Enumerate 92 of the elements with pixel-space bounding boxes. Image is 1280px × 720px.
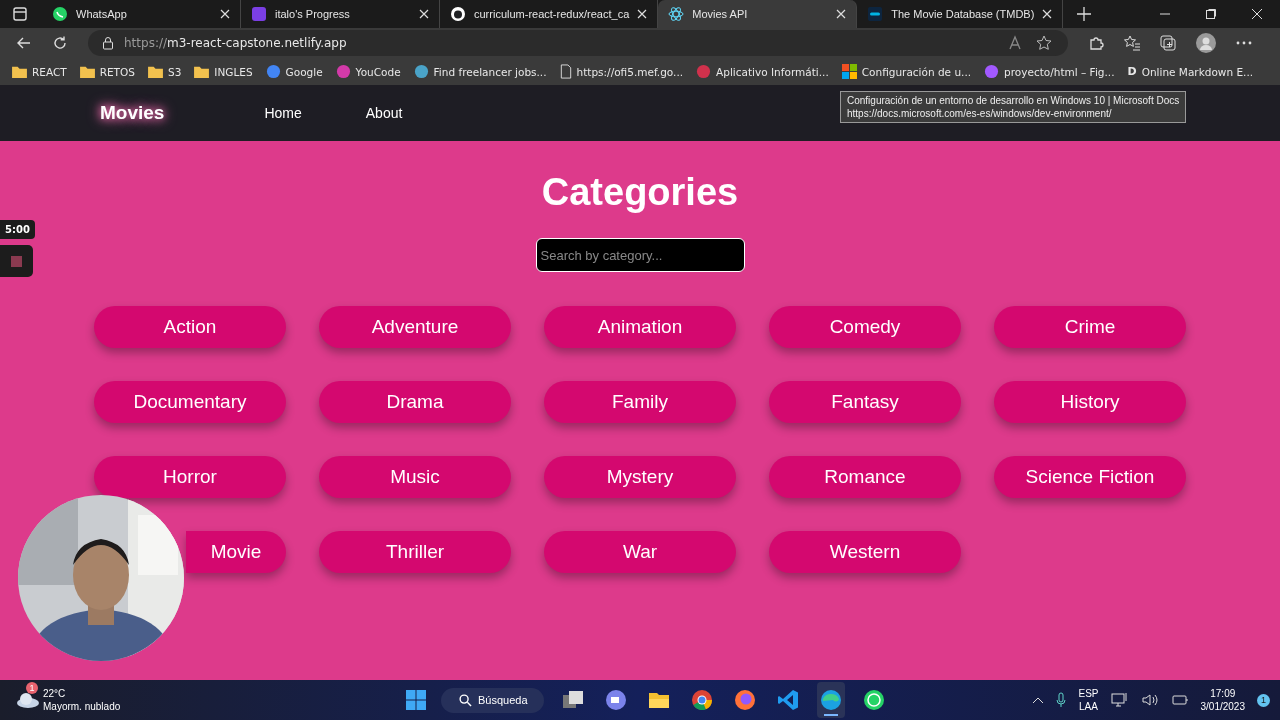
bookmark[interactable]: proyecto/html – Fig... — [984, 64, 1115, 79]
bookmark[interactable]: Configuración de u... — [841, 64, 972, 79]
new-tab-icon[interactable] — [1077, 7, 1092, 21]
category-button[interactable]: Crime — [994, 306, 1186, 348]
browser-icon — [733, 689, 756, 711]
page-heading: Categories — [541, 171, 739, 214]
bookmark[interactable]: REACT — [12, 65, 67, 78]
lock-icon — [102, 36, 114, 50]
folder-icon — [12, 65, 27, 78]
category-button[interactable]: Action — [94, 306, 286, 348]
more-icon[interactable] — [1236, 41, 1252, 45]
category-button[interactable]: Mystery — [544, 456, 736, 498]
bookmark[interactable]: YouCode — [335, 64, 401, 79]
nav-link[interactable]: Home — [264, 105, 302, 121]
bookmark[interactable]: Aplicativo Informáti... — [696, 64, 829, 79]
search-field[interactable]: Search by category... — [535, 238, 745, 272]
favorites-icon[interactable] — [1124, 35, 1140, 51]
category-button[interactable]: Fantasy — [769, 381, 961, 423]
category-button[interactable]: History — [994, 381, 1186, 423]
weather-condition: Mayorm. nublado — [43, 700, 121, 713]
category-button[interactable]: Thriller — [319, 531, 511, 573]
start-icon[interactable] — [406, 690, 426, 710]
code-editor-icon — [776, 689, 799, 711]
tooltip-url: https://docs.microsoft.com/es-es/windows/dev-environment/ — [847, 107, 1113, 120]
page-icon — [559, 64, 572, 79]
notification-badge[interactable]: 1 — [1257, 693, 1270, 707]
folder-icon — [147, 65, 163, 78]
bookmark[interactable]: D Online Markdown E... — [1127, 65, 1254, 78]
category-button[interactable]: War — [544, 531, 736, 573]
category-button[interactable]: Documentary — [94, 381, 286, 423]
folder-icon — [79, 65, 95, 78]
bar-icon — [867, 6, 884, 22]
battery-icon[interactable] — [1170, 692, 1189, 708]
restore-icon[interactable] — [1205, 8, 1217, 20]
close-icon[interactable] — [836, 9, 847, 19]
category-button[interactable]: Horror — [94, 456, 286, 498]
category-button[interactable]: Drama — [319, 381, 511, 423]
category-button[interactable]: Family — [544, 381, 736, 423]
notification-badge: 1 — [26, 682, 38, 694]
profile-avatar-icon[interactable] — [1196, 33, 1216, 53]
close-icon[interactable] — [419, 9, 429, 19]
chevron-up-icon[interactable] — [1032, 696, 1045, 704]
bookmark[interactable]: Google — [265, 64, 323, 79]
cloud-icon — [16, 691, 40, 709]
microphone-icon[interactable] — [1056, 692, 1067, 708]
timer: 5:00 — [0, 220, 35, 239]
browser-tab[interactable]: Movies API — [658, 0, 858, 28]
search-icon — [459, 693, 472, 707]
close-icon[interactable] — [637, 9, 648, 19]
four-squares-icon — [841, 64, 857, 79]
bookmark[interactable]: Find freelancer jobs... — [413, 64, 547, 79]
close-icon[interactable] — [1042, 9, 1053, 19]
bookmark[interactable]: https://ofi5.mef.go... — [559, 64, 684, 79]
taskbar-app[interactable] — [816, 682, 845, 718]
category-button[interactable]: Romance — [769, 456, 961, 498]
folder-icon — [194, 65, 210, 78]
bookmark[interactable]: S3 — [147, 65, 182, 78]
category-button[interactable]: Comedy — [769, 306, 961, 348]
speaker-icon[interactable] — [1140, 692, 1159, 708]
round-logo-icon — [450, 6, 466, 22]
video-call-icon — [604, 689, 627, 711]
tab-actions-icon[interactable] — [12, 6, 28, 22]
temperature: 22°C — [43, 687, 67, 700]
puzzle-icon[interactable] — [1088, 35, 1104, 51]
atom-icon — [668, 6, 685, 22]
taskbar-search[interactable]: Búsqueda — [441, 687, 544, 713]
category-button[interactable]: Music — [319, 456, 511, 498]
collections-icon[interactable] — [1160, 35, 1176, 51]
category-button[interactable]: Adventure — [319, 306, 511, 348]
logo[interactable]: Movies — [100, 102, 165, 124]
chat-icon — [862, 689, 885, 711]
category-button[interactable]: Animation — [544, 306, 736, 348]
task-view-icon — [561, 689, 584, 711]
address-field[interactable]: https://m3-react-capstone.netlify.app — [88, 30, 1068, 56]
language-indicator[interactable]: ESP LAA — [1078, 687, 1099, 713]
close-icon[interactable] — [220, 9, 230, 19]
bookmark[interactable]: INGLES — [194, 65, 253, 78]
chat-bubble-icon — [52, 6, 68, 22]
browser-icon — [819, 689, 842, 711]
nav-link[interactable]: About — [365, 105, 403, 121]
favorite-star-icon[interactable] — [1036, 35, 1054, 51]
back-icon[interactable] — [16, 35, 32, 51]
category-button[interactable]: Movie — [186, 531, 286, 573]
browser-icon — [690, 689, 713, 711]
clock[interactable]: 17:09 3/01/2023 — [1200, 687, 1245, 713]
bookmark[interactable]: RETOS — [79, 65, 135, 78]
tooltip-title: Configuración de un entorno de desarrollo en Windows 10 | Microsoft Docs — [847, 94, 1180, 107]
network-icon[interactable] — [1110, 692, 1129, 708]
refresh-icon[interactable] — [52, 35, 68, 51]
category-button[interactable]: Science Fiction — [994, 456, 1186, 498]
category-button[interactable]: Western — [769, 531, 961, 573]
close-icon[interactable] — [1251, 8, 1263, 20]
